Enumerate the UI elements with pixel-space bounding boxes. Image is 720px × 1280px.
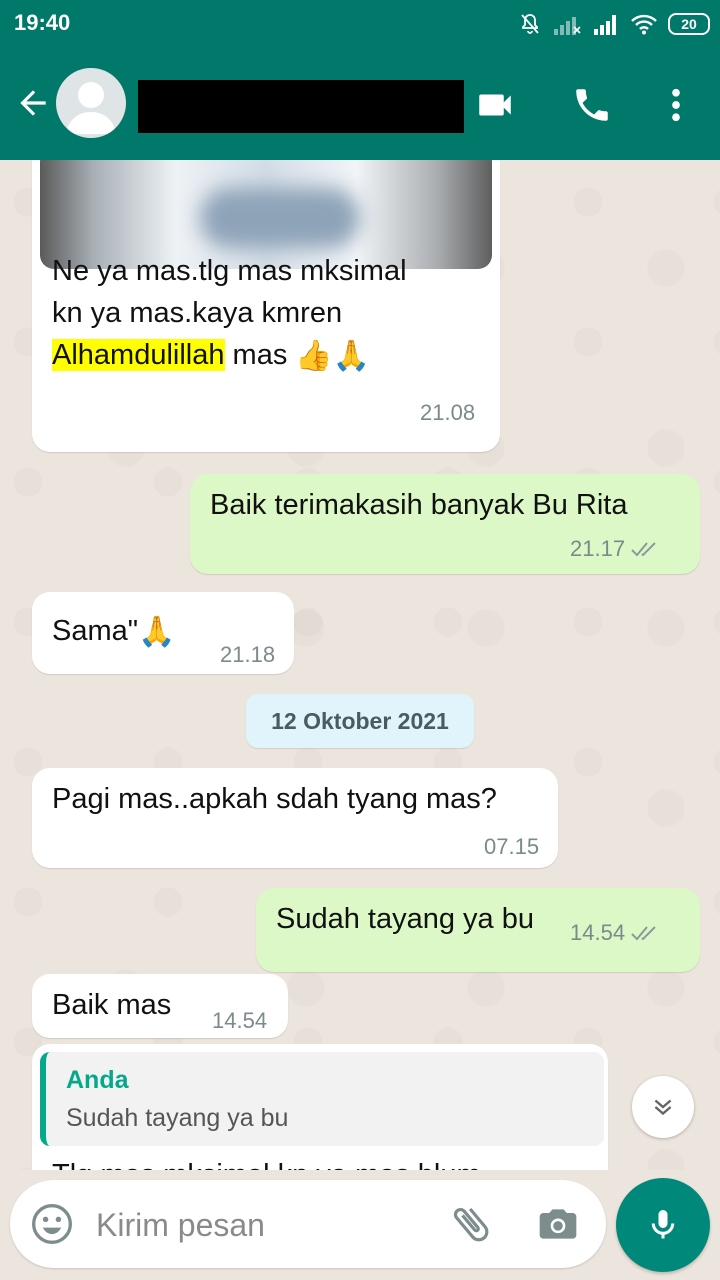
message-incoming[interactable]: Pagi mas..apkah sdah tyang mas? 07.15 [32,768,558,868]
video-call-icon[interactable] [474,84,516,126]
message-incoming[interactable]: Baik mas 14.54 [32,974,288,1038]
message-line: Sama" [52,615,139,647]
message-outgoing[interactable]: Sudah tayang ya bu 14.54 [256,888,700,972]
pray-emoji: 🙏 [138,615,176,649]
highlighted-text: Alhamdulillah [52,339,225,371]
message-line: Alhamdulillah mas 👍🙏 [52,334,407,376]
double-check-icon [631,542,656,557]
double-chevron-down-icon [654,1099,672,1116]
wifi-icon [631,14,657,35]
message-line: Ne ya mas.tlg mas mksimal [52,255,407,287]
time-label: 14.54 [570,920,626,945]
time-label: 21.08 [420,400,476,425]
camera-icon[interactable] [534,1202,582,1246]
message-time: 14.54 [570,920,661,946]
back-arrow-icon[interactable] [14,84,52,122]
battery-icon: 20 [668,13,710,35]
phone-icon[interactable] [571,84,613,126]
message-time: 14.54 [212,1008,267,1034]
time-label: 07.15 [484,834,540,859]
date-divider: 12 Oktober 2021 [246,694,474,748]
thumbs-up-pray-emoji: 👍🙏 [295,339,371,373]
message-list[interactable]: Ne ya mas.tlg mas mksimal kn ya mas.kaya… [0,160,720,1170]
more-vert-icon[interactable] [655,84,697,126]
message-text: Ne ya mas.tlg mas mksimal kn ya mas.kaya… [52,250,407,376]
time-label: 14.54 [212,1008,268,1033]
avatar[interactable] [56,68,126,138]
message-time: 07.15 [484,834,539,860]
status-icons: 20 [518,10,710,38]
status-bar: 19:40 20 [0,0,720,48]
attach-icon[interactable] [446,1200,496,1248]
voice-message-button[interactable] [616,1178,710,1272]
signal-x-icon [554,17,581,35]
message-line-rest: mas [224,339,288,371]
status-time: 19:40 [14,10,71,35]
message-text: Sama"🙏 [52,610,175,652]
message-incoming[interactable]: Sama"🙏 21.18 [32,592,294,674]
emoji-icon[interactable] [30,1202,74,1246]
message-text: Pagi mas..apkah sdah tyang mas? [52,783,497,815]
time-label: 21.18 [220,642,276,667]
message-text: Baik terimakasih banyak Bu Rita [210,489,628,521]
message-incoming-reply[interactable]: Anda Sudah tayang ya bu Tlg mas mksimal … [32,1044,608,1170]
message-time: 21.17 [570,536,661,562]
message-text: Baik mas [52,989,172,1021]
message-text: Tlg mas mksimal kn ya mas blum [52,1154,481,1170]
time-label: 21.17 [570,536,626,561]
double-check-icon [631,926,656,941]
notifications-off-icon [521,14,539,34]
message-outgoing[interactable]: Baik terimakasih banyak Bu Rita 21.17 [190,474,700,574]
chat-header [0,48,720,160]
quote-author: Anda [66,1066,129,1094]
message-text: Sudah tayang ya bu [276,903,534,935]
quote-text: Sudah tayang ya bu [66,1104,289,1132]
message-input[interactable] [94,1200,428,1250]
scroll-to-bottom-button[interactable] [632,1076,694,1138]
message-time: 21.08 [420,400,475,426]
message-incoming[interactable]: Ne ya mas.tlg mas mksimal kn ya mas.kaya… [32,160,500,452]
signal-icon [594,15,616,35]
contact-name-redacted[interactable] [138,80,464,133]
message-composer [10,1180,606,1268]
message-line: kn ya mas.kaya kmren [52,297,343,329]
avatar-icon [66,82,116,134]
message-time: 21.18 [220,642,275,668]
microphone-icon [651,1210,675,1239]
quoted-message[interactable]: Anda Sudah tayang ya bu [40,1052,604,1146]
